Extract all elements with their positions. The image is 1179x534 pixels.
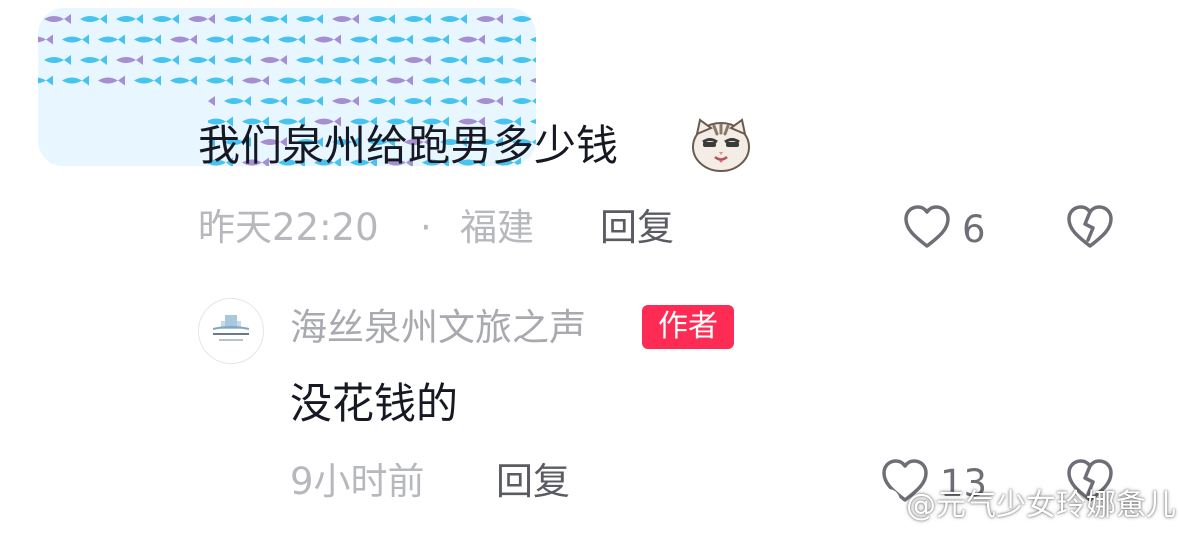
mosaic-fish: [188, 55, 215, 65]
reply-timestamp: 9小时前: [290, 460, 425, 503]
mosaic-fish: [278, 34, 305, 45]
mosaic-fish: [332, 14, 359, 24]
author-badge: 作者: [642, 305, 734, 349]
reply-button[interactable]: 回复: [600, 204, 674, 252]
mosaic-fish: [206, 34, 233, 45]
mosaic-fish: [368, 96, 395, 106]
like-count: 6: [962, 208, 986, 251]
comment-text: 我们泉州给跑男多少钱: [198, 121, 619, 170]
mosaic-fish: [512, 98, 536, 104]
mosaic-fish: [62, 34, 89, 45]
mosaic-fish: [98, 75, 125, 86]
mosaic-fish: [38, 34, 53, 45]
reply-text: 没花钱的: [290, 379, 459, 428]
mosaic-fish: [98, 34, 125, 45]
mosaic-fish: [314, 34, 341, 45]
mosaic-fish: [512, 16, 536, 22]
mosaic-fish: [350, 75, 377, 86]
mosaic-fish: [278, 75, 305, 86]
mosaic-fish: [224, 55, 251, 65]
mosaic-fish: [170, 34, 197, 45]
mosaic-fish: [476, 96, 503, 106]
author-avatar[interactable]: [198, 298, 264, 364]
mosaic-fish: [350, 34, 377, 45]
mosaic-fish: [440, 96, 467, 106]
dislike-broken-heart-icon[interactable]: [1064, 202, 1116, 252]
mosaic-fish: [440, 14, 467, 24]
mosaic-fish: [116, 55, 143, 65]
mosaic-fish: [296, 14, 323, 24]
mosaic-fish: [296, 55, 323, 65]
weibo-logo-icon: [858, 488, 901, 523]
mosaic-fish: [530, 37, 536, 42]
mosaic-fish: [458, 34, 485, 45]
mosaic-fish: [332, 96, 359, 106]
mosaic-fish: [62, 75, 89, 86]
mosaic-fish: [404, 14, 431, 24]
mosaic-fish: [134, 34, 161, 45]
mosaic-fish: [260, 96, 287, 106]
mosaic-fish: [386, 34, 413, 45]
watermark: @元气少女玲娜惫儿: [858, 484, 1176, 528]
mosaic-fish: [476, 14, 503, 24]
mosaic-fish: [80, 55, 107, 65]
mosaic-fish: [152, 55, 179, 65]
mosaic-fish: [494, 34, 521, 45]
mosaic-fish: [242, 75, 269, 86]
mosaic-fish: [314, 75, 341, 86]
like-heart-icon[interactable]: [902, 202, 952, 252]
cat-smirk-emoji: [690, 116, 752, 174]
meta-separator: ·: [420, 206, 432, 249]
mosaic-fish: [44, 55, 71, 65]
mosaic-fish: [404, 55, 431, 65]
mosaic-fish: [260, 55, 287, 65]
mosaic-fish: [368, 55, 395, 65]
mosaic-fish: [422, 34, 449, 45]
mosaic-fish: [80, 14, 107, 24]
comment-timestamp: 昨天22:20: [198, 206, 379, 249]
mosaic-fish: [296, 96, 323, 106]
mosaic-fish: [38, 75, 53, 86]
mosaic-fish: [440, 55, 467, 65]
mosaic-fish: [458, 75, 485, 86]
mosaic-fish: [332, 55, 359, 65]
mosaic-fish: [386, 75, 413, 86]
author-name[interactable]: 海丝泉州文旅之声: [290, 304, 586, 352]
mosaic-fish: [44, 14, 71, 24]
mosaic-fish: [134, 75, 161, 86]
mosaic-fish: [224, 96, 251, 106]
mosaic-fish: [530, 78, 536, 83]
mosaic-fish: [188, 14, 215, 24]
mosaic-fish: [368, 14, 395, 24]
mosaic-fish: [152, 14, 179, 24]
mosaic-fish: [512, 57, 536, 63]
reply-reply-button[interactable]: 回复: [496, 458, 570, 506]
mosaic-fish: [260, 14, 287, 24]
mosaic-fish: [422, 75, 449, 86]
mosaic-cutout: [38, 90, 208, 166]
watermark-text: @元气少女玲娜惫儿: [906, 488, 1176, 523]
mosaic-fish: [170, 75, 197, 86]
mosaic-fish: [242, 34, 269, 45]
mosaic-fish: [494, 75, 521, 86]
mosaic-fish: [404, 96, 431, 106]
mosaic-fish: [206, 75, 233, 86]
mosaic-fish: [116, 14, 143, 24]
mosaic-fish: [224, 14, 251, 24]
comment-location: 福建: [460, 206, 534, 249]
mosaic-fish: [476, 55, 503, 65]
